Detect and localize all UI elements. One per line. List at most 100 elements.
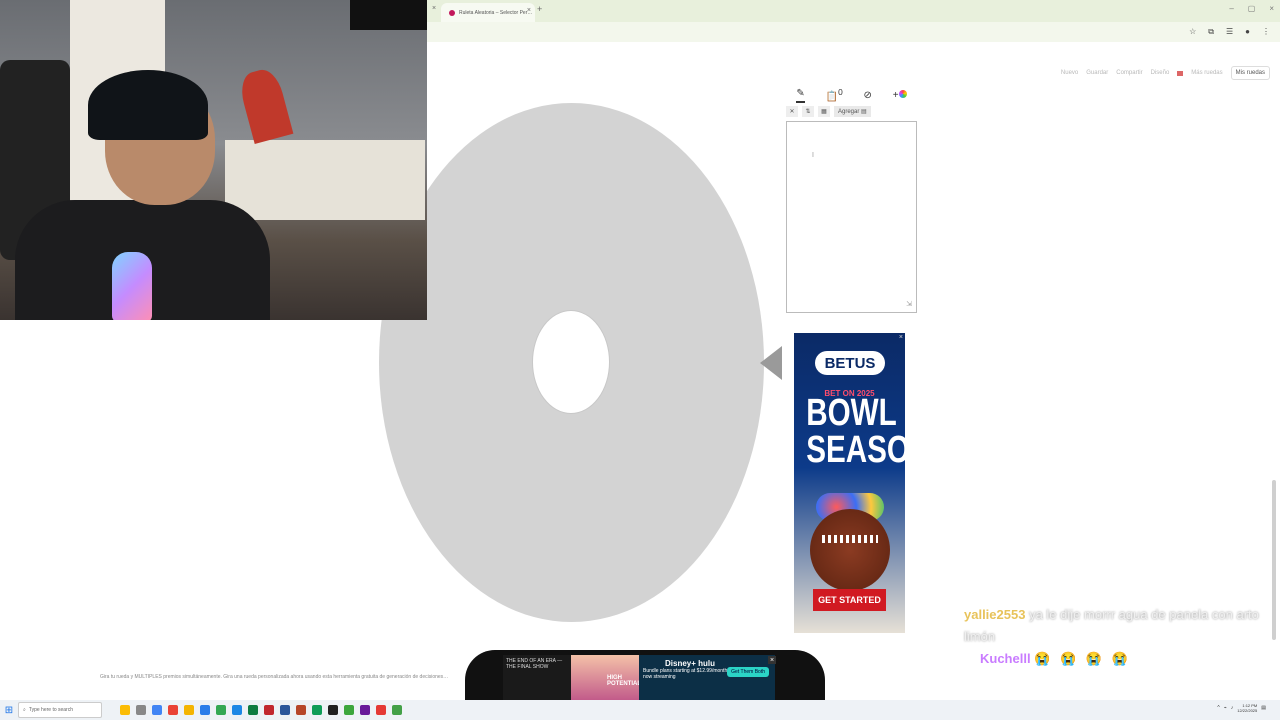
address-bar-icons: ☆ ⧉ ☰ ● ⋮	[1189, 27, 1270, 37]
wheel-pointer-icon	[760, 346, 782, 380]
edge-icon[interactable]	[232, 705, 242, 715]
clipboard-icon[interactable]: 📋0	[826, 87, 843, 102]
chrome-icon[interactable]	[376, 705, 386, 715]
gnome-decoration	[236, 66, 294, 144]
nav-share[interactable]: Compartir	[1116, 70, 1142, 76]
windows-start-icon[interactable]: ⊞	[0, 700, 18, 720]
ad-cta-button[interactable]: Get Them Both	[727, 667, 769, 677]
profile-icon[interactable]: ●	[1245, 27, 1250, 37]
chat-username: Kuchelll	[980, 651, 1031, 666]
search-icon: ⌕	[23, 707, 26, 713]
app-icon[interactable]	[328, 705, 338, 715]
new-tab-button[interactable]: +	[537, 4, 542, 14]
editor-toolbar: ✎ 📋0 ⊘ +	[786, 86, 917, 104]
window-controls: – ▢ ×	[1229, 4, 1274, 13]
betus-logo: BETUS	[815, 351, 885, 375]
tab-title: Ruleta Aleatoria – Selector Per…	[459, 9, 533, 16]
betus-ad[interactable]: × BETUS BET ON 2025 BOWL SEASON GET STAR…	[794, 333, 905, 633]
wheel-center-button[interactable]	[532, 310, 610, 414]
file-explorer-icon[interactable]	[184, 705, 194, 715]
palette-button[interactable]: +	[893, 89, 907, 101]
text-cursor: I	[812, 152, 814, 159]
background-shelf	[225, 140, 425, 220]
ad-close-icon[interactable]: ×	[768, 656, 776, 664]
ad-headline: BOWL SEASON	[806, 392, 905, 469]
nav-new[interactable]: Nuevo	[1061, 70, 1078, 76]
shuffle-icon[interactable]: ✕	[786, 106, 798, 117]
tab-ruleta[interactable]: Ruleta Aleatoria – Selector Per… ×	[441, 3, 535, 22]
nav-more[interactable]: Más ruedas	[1191, 70, 1222, 76]
app-icon[interactable]	[152, 705, 162, 715]
menu-icon[interactable]: ☰	[1226, 27, 1233, 37]
chrome-icon[interactable]	[392, 705, 402, 715]
close-icon[interactable]: ×	[432, 5, 436, 12]
app-sparkle-icon[interactable]	[120, 705, 130, 715]
background-tv	[350, 0, 427, 30]
bookmark-star-icon[interactable]: ☆	[1189, 27, 1196, 37]
entries-textarea[interactable]: I ⇲	[786, 121, 917, 313]
image-icon[interactable]: ▦	[818, 106, 830, 117]
extensions-icon[interactable]: ⧉	[1208, 27, 1214, 37]
app-icon[interactable]	[312, 705, 322, 715]
tab-bar: × Ruleta Aleatoria – Selector Per… × + –…	[427, 0, 1280, 22]
network-icon[interactable]: ⌁	[1224, 705, 1227, 711]
address-bar[interactable]: ☆ ⧉ ☰ ● ⋮	[427, 22, 1280, 42]
ad-close-icon[interactable]: ×	[899, 334, 903, 341]
app-icon[interactable]	[216, 705, 226, 715]
nav-save[interactable]: Guardar	[1086, 70, 1108, 76]
language-flag-icon[interactable]	[1177, 70, 1184, 76]
powerpoint-icon[interactable]	[296, 705, 306, 715]
football-laces	[822, 535, 878, 543]
more-icon[interactable]: ⋮	[1262, 27, 1270, 37]
clock[interactable]: 1:12 PM 12/22/2025	[1237, 703, 1257, 713]
task-view-icon[interactable]	[136, 705, 146, 715]
windows-taskbar: ⊞ ⌕ Type here to search ^ ⌁ ♪ 1:12 PM 12…	[0, 700, 1280, 720]
ad-panel-high-potential: HIGH POTENTIAL	[571, 655, 641, 700]
notification-icon[interactable]: ▤	[1261, 705, 1266, 711]
clock-date: 12/22/2025	[1237, 708, 1258, 713]
microphone	[112, 252, 152, 320]
minimize-button[interactable]: –	[1229, 4, 1233, 13]
chrome-icon[interactable]	[168, 705, 178, 715]
favicon-icon	[449, 9, 455, 16]
sort-icon[interactable]: ⇅	[802, 106, 814, 117]
maximize-button[interactable]: ▢	[1248, 4, 1256, 13]
streamer-cap	[88, 70, 208, 140]
football-illustration	[810, 509, 890, 591]
editor-actions: ✕ ⇅ ▦ Agregar ▤	[786, 106, 871, 117]
volume-icon[interactable]: ♪	[1231, 705, 1234, 711]
xbox-icon[interactable]	[344, 705, 354, 715]
system-tray: ^ ⌁ ♪ 1:12 PM 12/22/2025 ▤	[1217, 703, 1266, 713]
close-window-button[interactable]: ×	[1269, 4, 1274, 13]
pencil-icon[interactable]: ✎	[796, 88, 805, 103]
page-description: Gira tu rueda y MÚLTIPLES premios simult…	[100, 674, 449, 680]
ad-headline-line1: BOWL	[806, 392, 897, 434]
ad-panel-final-show: THE END OF AN ERA — THE FINAL SHOW	[503, 655, 571, 700]
word-icon[interactable]	[280, 705, 290, 715]
stream-chat-overlay: yallie2553 ya le dije morrr agua de pane…	[964, 604, 1278, 670]
top-nav: Nuevo Guardar Compartir Diseño Más rueda…	[1061, 66, 1270, 80]
webcam-overlay	[0, 0, 427, 320]
chat-username: yallie2553	[964, 607, 1026, 622]
tab-close-icon[interactable]: ×	[527, 7, 531, 14]
chat-message: yallie2553 ya le dije morrr agua de pane…	[964, 604, 1278, 648]
app-icon[interactable]	[360, 705, 370, 715]
get-started-button[interactable]: GET STARTED	[813, 589, 886, 611]
search-placeholder: Type here to search	[28, 707, 74, 713]
nav-design[interactable]: Diseño	[1151, 70, 1170, 76]
app-icon[interactable]	[264, 705, 274, 715]
palette-icon	[898, 89, 907, 98]
chat-message: Kuchelll 😭 😭 😭 😭	[980, 648, 1278, 670]
resize-handle-icon[interactable]: ⇲	[906, 300, 912, 308]
eye-off-icon[interactable]: ⊘	[864, 90, 872, 101]
chevron-up-icon[interactable]: ^	[1217, 705, 1219, 711]
disney-hulu-ad[interactable]: THE END OF AN ERA — THE FINAL SHOW HIGH …	[503, 655, 775, 700]
my-wheels-button[interactable]: Mis ruedas	[1230, 66, 1270, 80]
add-image-button[interactable]: Agregar ▤	[834, 106, 871, 117]
ad-panel-offer: Disney+ hulu Bundle plans starting at $1…	[639, 655, 775, 700]
taskbar-search[interactable]: ⌕ Type here to search	[18, 702, 102, 718]
excel-icon[interactable]	[248, 705, 258, 715]
taskbar-apps	[120, 705, 402, 715]
app-icon[interactable]	[200, 705, 210, 715]
chat-emotes: 😭 😭 😭 😭	[1034, 651, 1131, 666]
